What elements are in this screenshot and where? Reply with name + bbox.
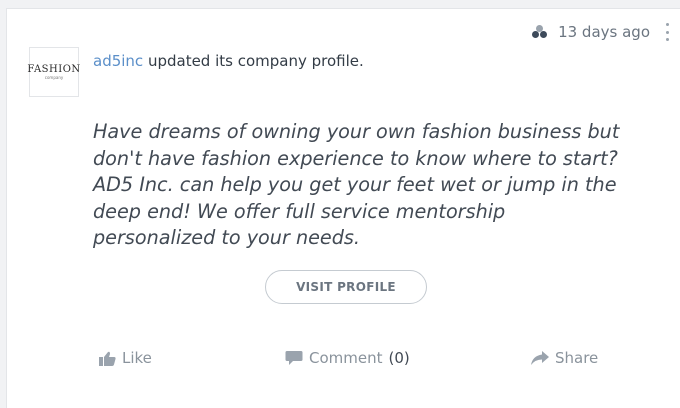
like-label: Like: [122, 349, 152, 367]
share-button[interactable]: Share: [531, 349, 598, 367]
visit-profile-button[interactable]: VISIT PROFILE: [265, 270, 427, 304]
share-label: Share: [555, 349, 599, 367]
comment-count: (0): [388, 349, 410, 367]
post-body: Have dreams of owning your own fashion b…: [93, 120, 620, 249]
like-button[interactable]: Like: [99, 349, 152, 367]
people-icon: [532, 25, 548, 39]
activity-card: 13 days ago FASHION company ad5inc updat…: [6, 8, 680, 408]
comment-button[interactable]: Comment (0): [285, 349, 410, 367]
post-timestamp: 13 days ago: [558, 23, 650, 41]
thumbs-up-icon: [99, 351, 116, 366]
post-meta: 13 days ago: [532, 23, 674, 41]
company-logo[interactable]: FASHION company: [27, 47, 81, 97]
logo-subtext: company: [44, 74, 64, 80]
logo-wordmark: FASHION: [27, 63, 81, 75]
comment-icon: [285, 351, 303, 365]
post-headline: ad5inc updated its company profile.: [93, 52, 364, 70]
kebab-menu-icon[interactable]: [660, 23, 674, 41]
headline-text: updated its company profile.: [143, 52, 364, 70]
comment-label: Comment: [309, 349, 383, 367]
company-link[interactable]: ad5inc: [93, 52, 143, 70]
share-arrow-icon: [531, 350, 549, 365]
